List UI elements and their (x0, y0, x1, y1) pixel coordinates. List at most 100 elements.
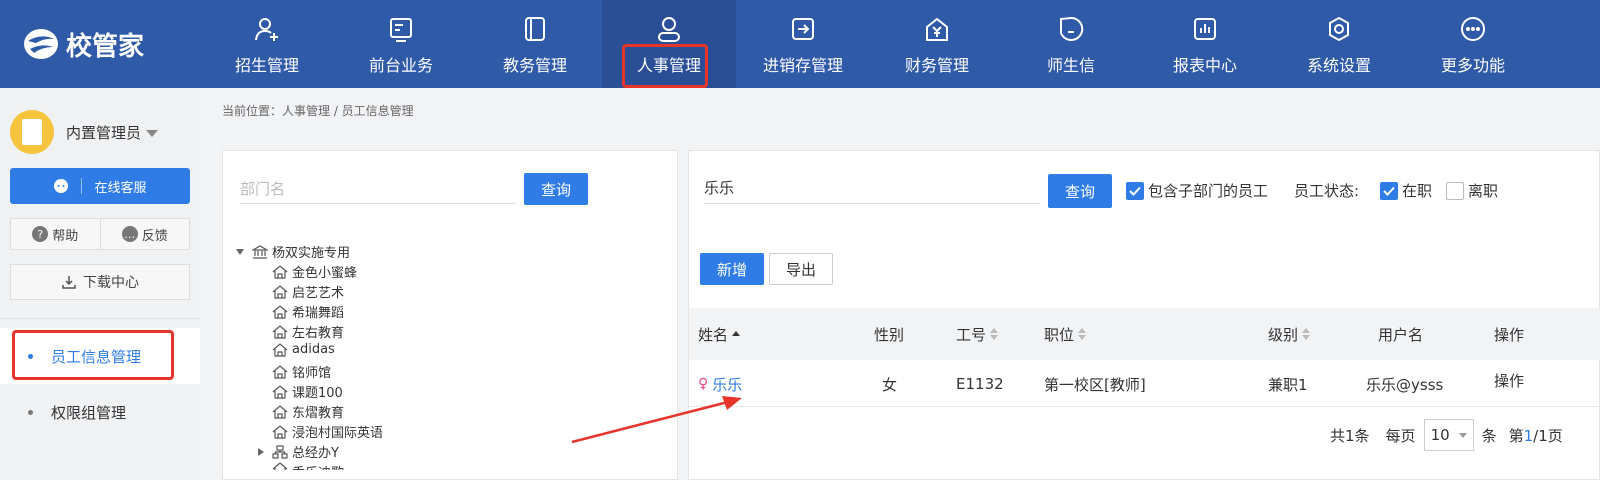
online-service-button[interactable]: 在线客服 (10, 168, 190, 204)
tree-node-label: 铭师馆 (292, 366, 332, 381)
nav-item-label: 师生信 (1046, 56, 1095, 75)
bullet-icon (28, 409, 33, 415)
row-action-button[interactable]: 操作 (1494, 358, 1524, 402)
house-icon (272, 284, 288, 299)
nav-item-label: 系统设置 (1306, 56, 1371, 75)
house-icon (272, 304, 288, 319)
export-label: 导出 (785, 260, 816, 279)
user-name: 内置管理员 (66, 122, 159, 143)
page-size-select[interactable]: 10 (1423, 419, 1474, 451)
user-menu[interactable]: 内置管理员 (10, 110, 159, 154)
nav-item-more[interactable]: 更多功能 (1406, 0, 1540, 88)
checkbox-label: 离职 (1468, 182, 1499, 200)
expand-icon[interactable] (236, 248, 244, 255)
tree-node[interactable]: 希瑞舞蹈 (272, 302, 344, 321)
nav-item-finance[interactable]: 财务管理 (870, 0, 1004, 88)
employee-name-link[interactable]: 乐乐 (712, 374, 742, 395)
pagination: 共1条 每页 10 条 第1/1页 (1330, 418, 1563, 452)
nav-item-academic[interactable]: 教务管理 (468, 0, 602, 88)
nav-item-front-desk[interactable]: 前台业务 (334, 0, 468, 88)
top-nav-bar: 校管家 招生管理 前台业务 教务管理 人事管理 进销存管理 财务管理 师生信 报… (0, 0, 1600, 88)
tree-node[interactable]: 启艺艺术 (272, 282, 344, 301)
employee-search-input[interactable] (704, 172, 1040, 204)
export-button[interactable]: 导出 (769, 253, 833, 285)
table-header (689, 308, 1600, 360)
row-divider (689, 406, 1600, 407)
house-icon (272, 264, 288, 279)
nav-item-label: 更多功能 (1440, 56, 1505, 75)
tree-node[interactable]: 金色小蜜蜂 (272, 262, 357, 281)
column-header-username: 用户名 (1378, 325, 1424, 344)
sort-icon (1078, 328, 1087, 340)
column-header-id[interactable]: 工号 (956, 308, 999, 360)
column-header-name[interactable]: 姓名 (698, 308, 741, 360)
female-icon: ♀ (698, 376, 709, 392)
column-header-level[interactable]: 级别 (1268, 308, 1311, 360)
add-employee-button[interactable]: 新增 (700, 253, 764, 285)
house-icon (272, 462, 288, 470)
nav-item-enrollment[interactable]: 招生管理 (200, 0, 334, 88)
box-arrow-icon (788, 14, 818, 44)
feedback-button[interactable]: … 反馈 (99, 219, 190, 249)
checkbox-label: 在职 (1402, 182, 1433, 200)
chevron-down-icon (1458, 432, 1467, 438)
tree-node[interactable]: adidas (272, 342, 335, 357)
tree-node-label: 东熠教育 (292, 406, 345, 421)
tree-node[interactable]: 课题100 (272, 382, 343, 401)
checkbox-checked-icon (1126, 181, 1144, 200)
yen-house-icon (922, 14, 952, 44)
checkbox-unchecked-icon (1446, 181, 1464, 200)
department-query-button[interactable]: 查询 (524, 173, 588, 205)
tree-node[interactable]: 浸泡村国际英语 (272, 422, 383, 441)
nav-item-label: 招生管理 (234, 56, 299, 75)
tree-node[interactable]: 铭师馆 (272, 362, 331, 381)
cell-name[interactable]: ♀ 乐乐 (698, 362, 742, 406)
nav-item-messaging[interactable]: 师生信 (1004, 0, 1138, 88)
total-count: 共1条 (1330, 426, 1370, 445)
tree-node[interactable]: 左右教育 (272, 322, 344, 341)
nav-item-inventory[interactable]: 进销存管理 (736, 0, 870, 88)
tree-node[interactable]: 香乐迪歌 (272, 462, 344, 470)
column-header-gender: 性别 (874, 325, 905, 344)
tree-node-label: 希瑞舞蹈 (292, 306, 345, 321)
tree-node-label: 杨双实施专用 (272, 246, 351, 261)
employee-query-button[interactable]: 查询 (1048, 174, 1112, 208)
org-chart-icon (272, 444, 288, 459)
cell-gender: 女 (882, 375, 898, 394)
tree-node[interactable]: 东熠教育 (272, 402, 344, 421)
cell-level: 兼职1 (1268, 375, 1308, 394)
highlight-box-employee-info (12, 330, 174, 380)
department-search-input[interactable] (240, 174, 516, 204)
download-center-button[interactable]: 下载中心 (10, 264, 190, 300)
help-button[interactable]: ? 帮助 (11, 219, 100, 249)
page-indicator: 第1/1页 (1508, 426, 1563, 445)
checkbox-checked-icon (1380, 181, 1398, 200)
house-icon (272, 342, 288, 357)
logo[interactable]: 校管家 (22, 24, 144, 64)
per-page-unit: 条 (1481, 426, 1497, 445)
expand-icon[interactable] (258, 447, 264, 456)
house-icon (272, 324, 288, 339)
tree-node-label: 启艺艺术 (292, 286, 345, 301)
gear-icon (1324, 14, 1354, 44)
status-left-checkbox[interactable]: 离职 (1446, 180, 1498, 201)
avatar (10, 110, 54, 154)
query-label: 查询 (1064, 182, 1095, 201)
sort-icon (1302, 328, 1311, 340)
breadcrumb: 当前位置：人事管理 / 员工信息管理 (222, 104, 414, 118)
caret-down-icon (146, 129, 159, 137)
tree-node-label: 浸泡村国际英语 (292, 426, 384, 441)
tree-node-group[interactable]: 总经办Y (258, 442, 339, 461)
feedback-icon: … (121, 226, 138, 242)
tree-node-label: 左右教育 (292, 326, 345, 341)
include-sub-dept-checkbox[interactable]: 包含子部门的员工 (1126, 180, 1268, 201)
tree-node-label: 香乐迪歌 (292, 462, 344, 470)
nav-item-reports[interactable]: 报表中心 (1138, 0, 1272, 88)
sidebar-item-permission-group[interactable]: 权限组管理 (0, 384, 200, 440)
status-active-checkbox[interactable]: 在职 (1380, 180, 1432, 201)
nav-item-label: 报表中心 (1172, 56, 1237, 75)
download-icon (62, 276, 76, 289)
nav-item-settings[interactable]: 系统设置 (1272, 0, 1406, 88)
tree-node-root[interactable]: 杨双实施专用 (236, 242, 350, 261)
column-header-position[interactable]: 职位 (1044, 308, 1087, 360)
